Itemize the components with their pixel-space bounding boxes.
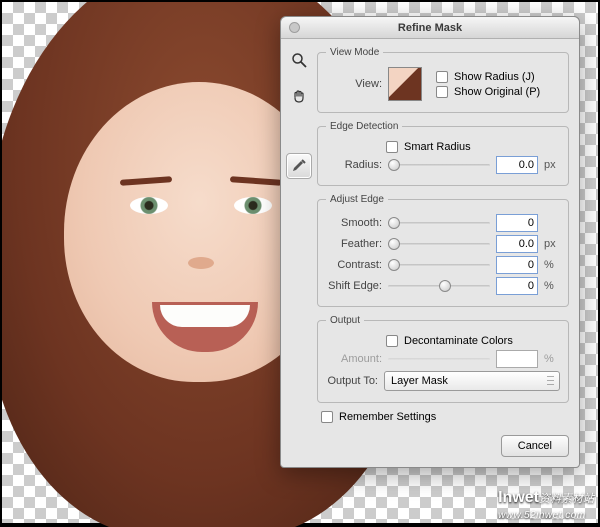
zoom-tool[interactable] xyxy=(286,47,312,73)
view-mode-legend: View Mode xyxy=(326,47,383,58)
shift-input[interactable] xyxy=(496,277,538,295)
radius-label: Radius: xyxy=(326,159,382,171)
cancel-button[interactable]: Cancel xyxy=(501,435,569,457)
show-radius-label: Show Radius (J) xyxy=(454,71,535,83)
edge-legend: Edge Detection xyxy=(326,121,402,132)
smart-radius-checkbox[interactable] xyxy=(386,141,398,153)
hand-tool[interactable] xyxy=(286,83,312,109)
outputto-label: Output To: xyxy=(326,375,378,387)
show-original-checkbox[interactable] xyxy=(436,86,448,98)
smooth-slider[interactable] xyxy=(388,216,490,230)
decontaminate-checkbox[interactable] xyxy=(386,335,398,347)
adjust-legend: Adjust Edge xyxy=(326,194,388,205)
shift-unit: % xyxy=(544,280,560,292)
dialog-buttons: Cancel xyxy=(281,431,579,467)
feather-input[interactable] xyxy=(496,235,538,253)
radius-input[interactable] xyxy=(496,156,538,174)
tool-strip xyxy=(281,39,317,431)
contrast-slider[interactable] xyxy=(388,258,490,272)
contrast-unit: % xyxy=(544,259,560,271)
feather-unit: px xyxy=(544,238,560,250)
smooth-label: Smooth: xyxy=(326,217,382,229)
amount-slider xyxy=(388,352,490,366)
dialog-title: Refine Mask xyxy=(398,22,462,34)
dialog-titlebar[interactable]: Refine Mask xyxy=(281,17,579,39)
contrast-input[interactable] xyxy=(496,256,538,274)
shift-label: Shift Edge: xyxy=(326,280,382,292)
close-icon[interactable] xyxy=(289,22,300,33)
outputto-select[interactable]: Layer Mask xyxy=(384,371,560,391)
shift-slider[interactable] xyxy=(388,279,490,293)
output-group: Output Decontaminate Colors Amount:% Out… xyxy=(317,315,569,403)
radius-unit: px xyxy=(544,159,560,171)
feather-slider[interactable] xyxy=(388,237,490,251)
show-radius-checkbox[interactable] xyxy=(436,71,448,83)
output-legend: Output xyxy=(326,315,364,326)
decontaminate-label: Decontaminate Colors xyxy=(404,335,513,347)
view-mode-group: View Mode View: Show Radius (J) Show Ori… xyxy=(317,47,569,113)
radius-slider[interactable] xyxy=(388,158,490,172)
view-thumbnail[interactable] xyxy=(388,67,422,101)
amount-label: Amount: xyxy=(326,353,382,365)
remember-label: Remember Settings xyxy=(339,411,436,423)
edge-detection-group: Edge Detection Smart Radius Radius: px xyxy=(317,121,569,186)
watermark: Inwet资料素材站 www.52inwet.com xyxy=(498,489,594,521)
smooth-input[interactable] xyxy=(496,214,538,232)
amount-unit: % xyxy=(544,353,560,365)
remember-checkbox[interactable] xyxy=(321,411,333,423)
smart-radius-label: Smart Radius xyxy=(404,141,471,153)
show-original-label: Show Original (P) xyxy=(454,86,540,98)
view-label: View: xyxy=(326,78,382,90)
feather-label: Feather: xyxy=(326,238,382,250)
contrast-label: Contrast: xyxy=(326,259,382,271)
refine-mask-dialog: Refine Mask View Mode View: Show Radius … xyxy=(280,16,580,468)
refine-brush-tool[interactable] xyxy=(286,153,312,179)
amount-input xyxy=(496,350,538,368)
adjust-edge-group: Adjust Edge Smooth: Feather: px Contrast:… xyxy=(317,194,569,307)
